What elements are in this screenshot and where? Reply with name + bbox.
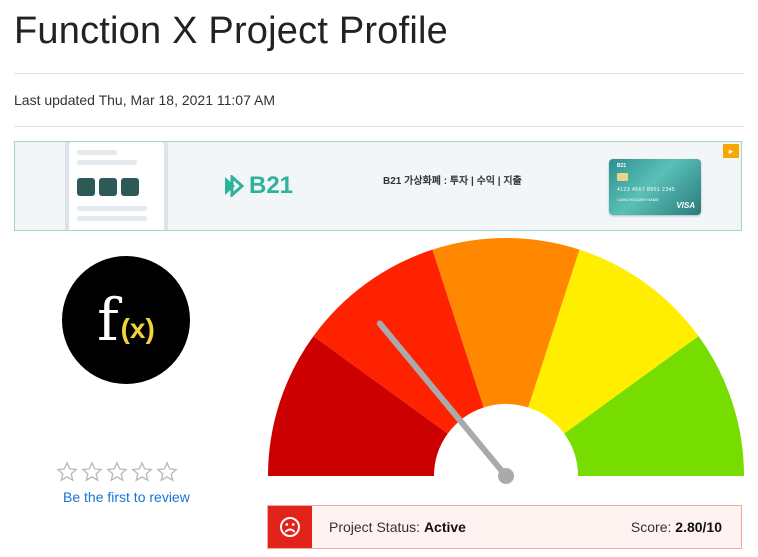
project-score: Score: 2.80/10 bbox=[631, 519, 722, 535]
score-label: Score: bbox=[630, 519, 672, 535]
star-icon[interactable] bbox=[106, 461, 128, 483]
divider bbox=[14, 126, 744, 127]
project-status-bar: Project Status: Active Score: 2.80/10 bbox=[267, 505, 742, 549]
first-review-link[interactable]: Be the first to review bbox=[63, 489, 190, 505]
ad-choices-icon[interactable]: ▸ bbox=[723, 144, 739, 158]
logo-f-glyph: f bbox=[97, 286, 119, 354]
b21-logo: B21 bbox=[223, 172, 293, 200]
score-gauge bbox=[268, 238, 744, 484]
gauge-hub bbox=[498, 468, 514, 484]
card-holder: CARD HOLDER NAME bbox=[617, 197, 659, 202]
credit-card-image: B21 4123 4567 8901 2345 CARD HOLDER NAME… bbox=[609, 159, 701, 215]
banner-tagline: B21 가상화폐 : 투자 | 수익 | 지출 bbox=[383, 176, 522, 187]
sad-face-icon bbox=[268, 506, 312, 548]
star-icon[interactable] bbox=[56, 461, 78, 483]
phone-mockup-image bbox=[65, 142, 168, 230]
status-label: Project Status: bbox=[329, 519, 421, 535]
star-icon[interactable] bbox=[156, 461, 178, 483]
star-icon[interactable] bbox=[81, 461, 103, 483]
card-chip bbox=[617, 173, 628, 181]
advertisement-banner[interactable]: ▸ B21 B21 가상화폐 : 투자 | 수익 | 지출 B21 4123 4… bbox=[14, 141, 742, 231]
b21-mark-icon bbox=[225, 175, 245, 197]
rating-stars[interactable] bbox=[56, 461, 178, 483]
star-icon[interactable] bbox=[131, 461, 153, 483]
card-bank-label: B21 bbox=[617, 163, 627, 169]
status-value: Active bbox=[423, 519, 466, 535]
project-status: Project Status: Active bbox=[329, 519, 466, 535]
logo-x-glyph: (x) bbox=[120, 313, 155, 344]
last-updated-text: Last updated Thu, Mar 18, 2021 11:07 AM bbox=[14, 92, 275, 108]
project-logo: f (x) bbox=[62, 256, 190, 384]
b21-brand-text: B21 bbox=[249, 172, 294, 199]
card-brand: VISA bbox=[676, 201, 695, 210]
divider bbox=[14, 73, 744, 74]
score-value: 2.80/10 bbox=[675, 519, 722, 535]
card-number: 4123 4567 8901 2345 bbox=[617, 187, 676, 193]
page-title: Function X Project Profile bbox=[14, 10, 448, 52]
